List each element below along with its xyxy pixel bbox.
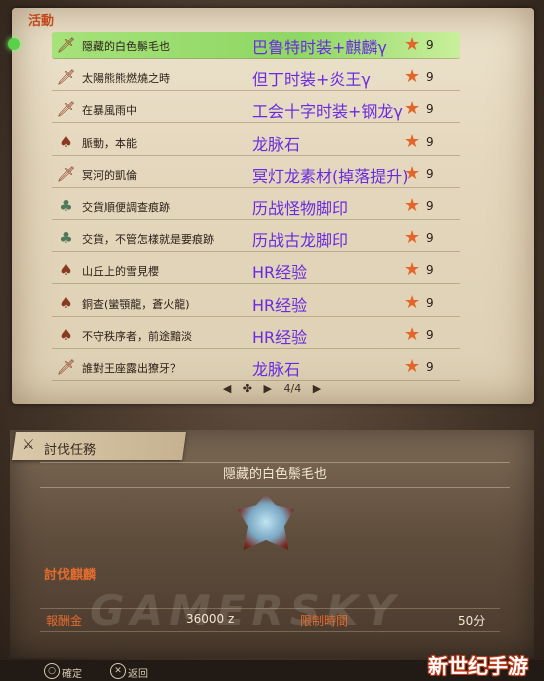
quest-rank: 9	[426, 134, 434, 149]
quest-name: 冥河的凱倫	[82, 168, 137, 182]
reward-annotation: 但丁时装+炎王γ	[252, 70, 371, 90]
target-label: 討伐麒麟	[44, 568, 97, 583]
reward-money-label: 報酬金	[46, 614, 83, 628]
star-icon: ★	[404, 98, 421, 120]
sword-icon: 🗡	[56, 36, 76, 54]
quest-rank: 9	[426, 199, 434, 213]
monster-icon: ♠	[59, 132, 73, 151]
reward-annotation: HR经验	[252, 263, 308, 283]
controller-icon: ✤	[242, 382, 253, 395]
quest-name: 在暴風雨中	[82, 104, 137, 118]
quest-name: 銅查(蠻顎龍，蒼火龍)	[82, 297, 190, 311]
quest-rank: 9	[426, 102, 434, 117]
quest-rank: 9	[426, 231, 434, 246]
star-icon: ★	[404, 323, 421, 345]
quest-name: 交貨，不管怎樣就是要痕跡	[82, 233, 214, 247]
quest-row[interactable]: ♠ 銅查(蠻顎龍，蒼火龍) HR经验 ★ 9	[12, 288, 534, 320]
info-line	[40, 608, 500, 632]
monster-icon: ♠	[59, 261, 73, 280]
circle-button-icon[interactable]: ○	[44, 663, 60, 679]
quest-name: 誰對王座露出獠牙？	[82, 362, 181, 375]
selection-cursor-icon	[8, 38, 20, 50]
quest-row[interactable]: 🗡 冥河的凱倫 冥灯龙素材(掉落提升) ★ 9	[12, 159, 534, 191]
quest-name: 不守秩序者，前途黯淡	[82, 329, 192, 343]
item-icon: ♣	[59, 229, 73, 248]
reward-money-value: 36000 z	[186, 612, 235, 626]
star-icon: ★	[404, 34, 421, 55]
cross-button-icon[interactable]: ✕	[110, 663, 126, 679]
time-limit-label: 限制時間	[300, 614, 349, 628]
star-icon: ★	[404, 356, 421, 377]
quest-name: 脈動，本能	[82, 136, 137, 150]
star-icon: ★	[404, 66, 421, 88]
pager-right-icon[interactable]: ▶	[264, 382, 272, 395]
time-limit-value: 50分	[458, 614, 486, 628]
quest-rank: 9	[426, 70, 434, 85]
pager[interactable]: ◀ ✤ ▶ 4/4 ▶	[0, 382, 544, 395]
quest-name: 山丘上的雪見櫻	[82, 265, 159, 279]
monster-icon: ♠	[59, 325, 73, 344]
quest-title: 隠藏的白色鬃毛也	[40, 462, 510, 488]
reward-annotation: 龙脉石	[252, 134, 301, 154]
quest-row[interactable]: ♠ 不守秩序者，前途黯淡 HR经验 ★ 9	[12, 320, 534, 352]
quest-row[interactable]: ♠ 脈動，本能 龙脉石 ★ 9	[12, 127, 534, 159]
star-icon: ★	[404, 259, 421, 281]
sword-icon: 🗡	[56, 164, 76, 183]
reward-annotation: 历战怪物脚印	[252, 199, 349, 218]
quest-type-label: 討伐任務	[44, 443, 97, 458]
sword-icon: 🗡	[56, 358, 76, 376]
section-label: 活動	[28, 14, 55, 29]
quest-type-tag	[12, 432, 186, 460]
reward-annotation: 历战古龙脚印	[252, 231, 349, 251]
quest-row[interactable]: 🗡 在暴風雨中 工会十字时装+钢龙γ ★ 9	[12, 94, 534, 126]
quest-rank: 9	[426, 295, 434, 310]
quest-row[interactable]: ♠ 山丘上的雪見櫻 HR经验 ★ 9	[12, 255, 534, 287]
quest-name: 太陽熊熊燃燒之時	[82, 72, 170, 86]
quest-row[interactable]: ♣ 交貨，不管怎樣就是要痕跡 历战古龙脚印 ★ 9	[12, 223, 534, 255]
quest-type-icon: ⚔	[22, 437, 35, 453]
item-icon: ♣	[59, 197, 73, 215]
site-logo: 新世纪手游	[428, 654, 528, 678]
star-icon: ★	[404, 162, 421, 184]
reward-annotation: 龙脉石	[252, 360, 301, 379]
star-icon: ★	[404, 227, 421, 249]
reward-annotation: 冥灯龙素材(掉落提升)	[252, 166, 409, 186]
reward-annotation: 巴鲁特时装+麒麟γ	[252, 38, 387, 57]
star-icon: ★	[404, 291, 421, 313]
quest-name: 隠藏的白色鬃毛也	[82, 40, 170, 53]
sword-icon: 🗡	[56, 100, 76, 119]
pager-left-icon[interactable]: ◀	[223, 382, 231, 395]
quest-name: 交貨順便調查痕跡	[82, 201, 170, 214]
reward-annotation: HR经验	[252, 295, 308, 315]
page-indicator: 4/4	[283, 382, 302, 395]
star-icon: ★	[404, 130, 421, 152]
monster-icon: ♠	[59, 293, 73, 312]
quest-row[interactable]: 🗡 太陽熊熊燃燒之時 但丁时装+炎王γ ★ 9	[12, 62, 534, 94]
quest-rank: 9	[426, 38, 434, 52]
quest-rank: 9	[426, 327, 434, 342]
star-icon: ★	[404, 195, 421, 216]
quest-rank: 9	[426, 263, 434, 278]
quest-row[interactable]: 🗡 隠藏的白色鬃毛也 巴鲁特时装+麒麟γ ★ 9	[8, 30, 534, 62]
reward-annotation: 工会十字时装+钢龙γ	[252, 102, 403, 122]
quest-row[interactable]: ♣ 交貨順便調查痕跡 历战怪物脚印 ★ 9	[12, 191, 534, 223]
back-label[interactable]: 返回	[128, 665, 148, 680]
confirm-label[interactable]: 確定	[62, 665, 82, 680]
sword-icon: 🗡	[56, 68, 76, 87]
quest-rank: 9	[426, 360, 434, 374]
quest-rank: 9	[426, 166, 434, 181]
pager-next-icon[interactable]: ▶	[313, 382, 321, 395]
reward-annotation: HR经验	[252, 327, 308, 347]
quest-row[interactable]: 🗡 誰對王座露出獠牙？ 龙脉石 ★ 9	[12, 352, 534, 384]
